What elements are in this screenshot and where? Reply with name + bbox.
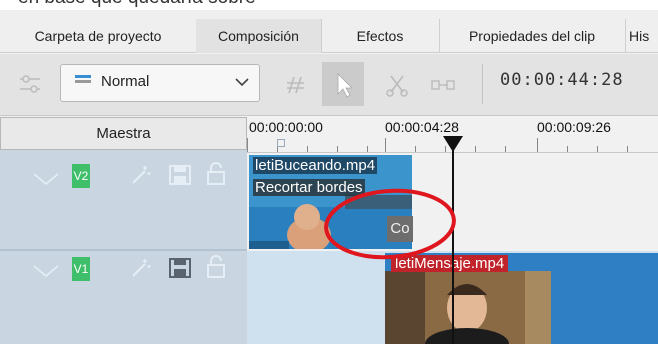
- track-settings-icon[interactable]: [18, 74, 42, 100]
- playhead-marker-icon[interactable]: [443, 136, 463, 152]
- ruler-tick: [337, 146, 338, 152]
- razor-tool-icon[interactable]: [384, 72, 410, 102]
- caption-strip: en base que quedaría sobre: [0, 0, 658, 10]
- toolbar-separator: [482, 64, 483, 104]
- save-icon[interactable]: [168, 257, 192, 279]
- ruler-tick: [627, 146, 628, 152]
- ruler-tick: [247, 138, 248, 152]
- composite-mode-select[interactable]: Normal: [60, 64, 260, 102]
- tab-project-folder[interactable]: Carpeta de proyecto: [0, 19, 197, 53]
- spacer-tool-icon[interactable]: [430, 76, 456, 98]
- timeline-toolbar: Normal 00:00:44:28: [0, 54, 658, 116]
- effects-wand-icon[interactable]: [130, 257, 152, 279]
- normal-mode-icon: [75, 75, 91, 83]
- track-name-badge[interactable]: V2: [72, 164, 90, 188]
- tab-clip-properties[interactable]: Propiedades del clip: [439, 19, 626, 53]
- ruler-tick: [597, 146, 598, 152]
- snap-icon[interactable]: [284, 73, 308, 101]
- track-name-badge[interactable]: V1: [72, 257, 90, 281]
- clip-v1[interactable]: letiMensaje.mp4: [385, 253, 658, 344]
- zone-marker-icon[interactable]: [277, 139, 285, 147]
- collapse-track-icon[interactable]: [32, 171, 60, 187]
- track-header-v2[interactable]: V2: [0, 150, 247, 251]
- tab-history[interactable]: His: [625, 19, 658, 53]
- ruler-tick: [415, 146, 416, 152]
- effects-wand-icon[interactable]: [130, 164, 152, 186]
- ruler-label: 00:00:04:28: [385, 119, 459, 135]
- ruler-label: 00:00:09:26: [537, 119, 611, 135]
- ruler-tick: [307, 146, 308, 152]
- ruler-tick: [367, 146, 368, 152]
- tab-composition[interactable]: Composición: [196, 19, 322, 53]
- chevron-down-icon: [235, 78, 249, 87]
- ruler-tick: [475, 146, 476, 152]
- ruler-tick: [537, 138, 538, 152]
- ruler-label: 00:00:00:00: [249, 119, 323, 135]
- ruler-tick: [505, 146, 506, 152]
- tab-effects[interactable]: Efectos: [321, 19, 440, 53]
- clip-title: letiBuceando.mp4: [253, 157, 378, 174]
- master-track-header[interactable]: Maestra: [0, 117, 247, 150]
- dock-tab-bar: Carpeta de proyecto Composición Efectos …: [0, 10, 658, 53]
- track-header-v1[interactable]: V1: [0, 251, 247, 344]
- master-label: Maestra: [96, 125, 151, 142]
- collapse-track-icon[interactable]: [32, 263, 60, 279]
- save-icon[interactable]: [168, 164, 192, 186]
- ruler-tick: [385, 138, 386, 152]
- mode-select-value: Normal: [101, 73, 150, 90]
- timecode-display[interactable]: 00:00:44:28: [500, 70, 624, 90]
- ruler-tick: [567, 146, 568, 152]
- caption-text: en base que quedaría sobre: [18, 0, 256, 9]
- lock-icon[interactable]: [206, 162, 226, 186]
- annotation-circle: [324, 188, 456, 260]
- select-tool-button[interactable]: [322, 62, 364, 106]
- lock-icon[interactable]: [206, 255, 226, 279]
- pointer-icon: [337, 73, 353, 98]
